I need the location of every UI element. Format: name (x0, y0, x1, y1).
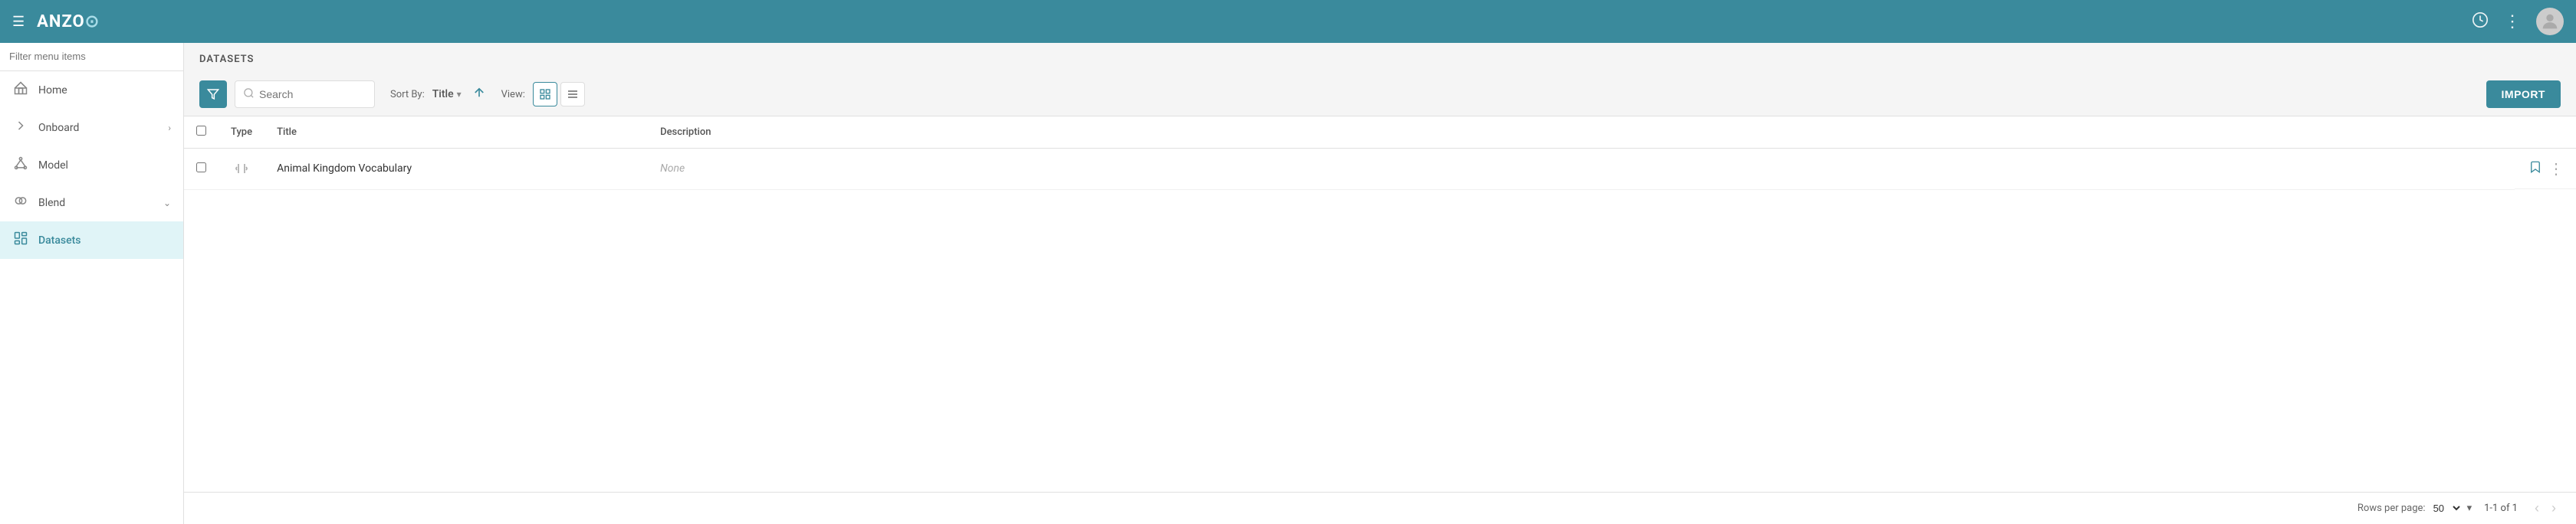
row-description-cell: None (648, 149, 2515, 190)
sort-chevron-icon: ▾ (457, 89, 462, 100)
sidebar-item-home[interactable]: Home (0, 71, 183, 109)
actions-col-header (2515, 116, 2576, 149)
bookmark-icon[interactable] (2528, 160, 2542, 178)
sidebar-item-datasets-label: Datasets (38, 234, 171, 247)
sidebar-item-onboard-label: Onboard (38, 122, 159, 134)
user-avatar[interactable] (2536, 8, 2564, 35)
row-checkbox-cell (184, 149, 219, 190)
type-col-header: Type (219, 116, 264, 149)
row-actions-cell: ⋮ (2515, 149, 2576, 189)
app-header: ☰ ANZO⊙ ⋮ (0, 0, 2576, 43)
grid-view-button[interactable] (533, 82, 557, 106)
rows-dropdown-icon: ▾ (2467, 503, 2472, 514)
header-left: ☰ ANZO⊙ (12, 12, 100, 31)
row-title-cell: Animal Kingdom Vocabulary (264, 149, 648, 190)
next-page-button[interactable]: › (2547, 499, 2561, 518)
row-checkbox[interactable] (196, 162, 206, 172)
onboard-chevron-icon: › (168, 123, 171, 133)
rows-per-page: Rows per page: 50 25 100 ▾ (2358, 502, 2472, 515)
sort-by-label: Sort By: (390, 89, 425, 100)
row-type-cell (219, 149, 264, 190)
table-container: Type Title Description (184, 116, 2576, 492)
select-all-header (184, 116, 219, 149)
filter-button[interactable] (199, 80, 227, 108)
sidebar-item-onboard[interactable]: Onboard › (0, 109, 183, 146)
app-logo: ANZO⊙ (37, 12, 100, 31)
datasets-icon (12, 231, 29, 250)
sidebar-item-blend[interactable]: Blend ⌄ (0, 184, 183, 221)
select-all-checkbox[interactable] (196, 126, 206, 136)
list-view-button[interactable] (560, 82, 585, 106)
history-icon[interactable] (2472, 11, 2489, 32)
sidebar-filter (0, 43, 183, 71)
title-col-header: Title (264, 116, 648, 149)
blend-icon (12, 193, 29, 212)
view-toggle (533, 82, 585, 106)
table-header: Type Title Description (184, 116, 2576, 149)
sidebar-item-model[interactable]: Model (0, 146, 183, 184)
toolbar: Sort By: Title ▾ View: (184, 73, 2576, 116)
model-icon (12, 156, 29, 175)
search-box (235, 80, 375, 108)
search-icon (243, 87, 255, 102)
page-title: DATASETS (184, 43, 2576, 73)
sidebar-filter-input[interactable] (9, 51, 174, 62)
sidebar-item-datasets[interactable]: Datasets (0, 221, 183, 259)
header-right: ⋮ (2472, 8, 2564, 35)
previous-page-button[interactable]: ‹ (2530, 499, 2544, 518)
app-layout: Home Onboard › (0, 43, 2576, 524)
home-icon (12, 80, 29, 100)
onboard-icon (12, 118, 29, 137)
view-label: View: (501, 89, 525, 100)
hamburger-icon[interactable]: ☰ (12, 14, 25, 30)
sidebar-item-blend-label: Blend (38, 197, 154, 209)
description-col-header: Description (648, 116, 2515, 149)
sort-direction-icon[interactable] (472, 86, 486, 103)
more-options-icon[interactable]: ⋮ (2504, 12, 2521, 31)
page-navigation: ‹ › (2530, 499, 2561, 518)
sidebar: Home Onboard › (0, 43, 184, 524)
table-body: Animal Kingdom Vocabulary None ⋮ (184, 149, 2576, 190)
pagination-bar: Rows per page: 50 25 100 ▾ 1-1 of 1 ‹ › (184, 492, 2576, 524)
blend-chevron-icon: ⌄ (163, 198, 171, 208)
sort-field-select[interactable]: Title ▾ (432, 88, 462, 100)
rows-per-page-label: Rows per page: (2358, 503, 2426, 514)
search-input[interactable] (259, 88, 366, 100)
sidebar-item-model-label: Model (38, 159, 171, 172)
main-content: DATASETS Sort By: Title ▾ (184, 43, 2576, 524)
dataset-type-icon (231, 159, 252, 178)
sidebar-item-home-label: Home (38, 84, 171, 97)
page-info: 1-1 of 1 (2484, 503, 2518, 514)
table-row: Animal Kingdom Vocabulary None ⋮ (184, 149, 2576, 190)
import-button[interactable]: IMPORT (2486, 80, 2561, 108)
more-row-options-icon[interactable]: ⋮ (2548, 159, 2564, 178)
rows-per-page-select[interactable]: 50 25 100 (2430, 502, 2463, 515)
sort-field-label: Title (432, 88, 454, 100)
datasets-table: Type Title Description (184, 116, 2576, 190)
